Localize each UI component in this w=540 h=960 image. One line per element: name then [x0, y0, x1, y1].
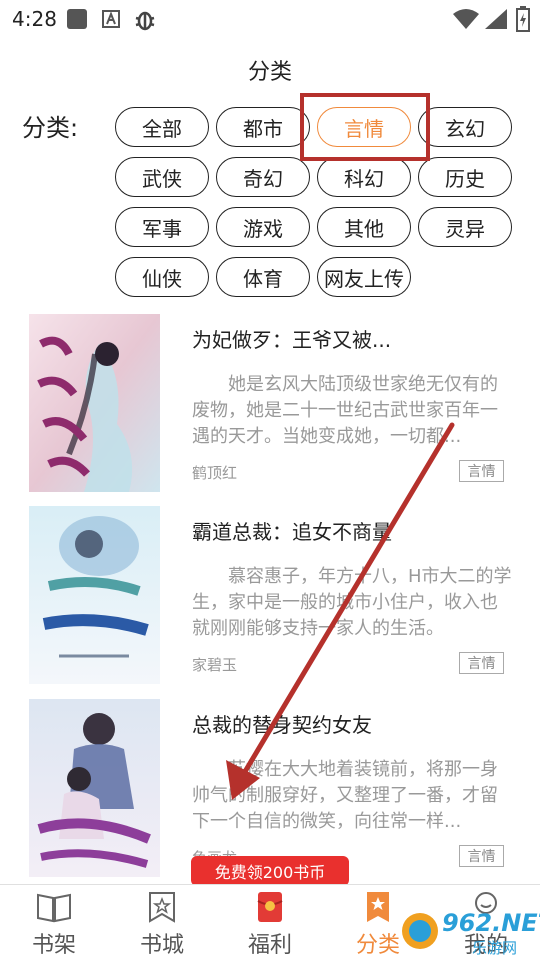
- book-author: 家碧玉: [192, 656, 238, 674]
- category-star-icon: [367, 892, 389, 922]
- battery-charging-icon: [516, 6, 530, 32]
- nav-bookshelf[interactable]: 书架: [0, 885, 108, 960]
- chip-user-upload[interactable]: 网友上传: [317, 257, 411, 297]
- status-bar: 4:28: [0, 0, 540, 40]
- bottom-nav: 书架 书城 福利 分类 我的: [0, 884, 540, 960]
- book-category-tag: 言情: [459, 652, 504, 674]
- book-item[interactable]: 总裁的替身契约女友 苏樱在大大地着装镜前，将那一身帅气的制服穿好，又整理了一番，…: [0, 699, 540, 879]
- a-box-icon: [102, 10, 120, 28]
- bug-icon: [135, 11, 155, 31]
- chip-magic[interactable]: 奇幻: [216, 157, 310, 197]
- nav-label: 书架: [31, 933, 76, 958]
- book-title: 为妃做歹：王爷又被...: [192, 328, 392, 352]
- nav-label: 我的: [463, 933, 508, 958]
- chip-other[interactable]: 其他: [317, 207, 411, 247]
- smiley-icon: [475, 892, 497, 914]
- chip-supernatural[interactable]: 灵异: [418, 207, 512, 247]
- chip-all[interactable]: 全部: [115, 107, 209, 147]
- book-cover-image: [29, 314, 160, 492]
- wifi-icon: [453, 9, 479, 29]
- nav-label: 书城: [139, 933, 184, 958]
- status-time: 4:28: [12, 7, 57, 31]
- book-category-tag: 言情: [459, 460, 504, 482]
- book-title: 霸道总裁：追女不商量: [192, 520, 392, 544]
- free-coins-promo-button[interactable]: 免费领200书币: [191, 856, 349, 886]
- book-cover-image: [29, 506, 160, 684]
- chip-history[interactable]: 历史: [418, 157, 512, 197]
- book-item[interactable]: 为妃做歹：王爷又被... 她是玄风大陆顶级世家绝无仅有的废物，她是二十一世纪古武…: [0, 314, 540, 494]
- red-envelope-icon: [257, 892, 283, 922]
- signal-icon: [485, 9, 507, 29]
- chip-sports[interactable]: 体育: [216, 257, 310, 297]
- book-description: 苏樱在大大地着装镜前，将那一身帅气的制服穿好，又整理了一番，才留下一个自信的微笑…: [192, 759, 498, 832]
- chip-game[interactable]: 游戏: [216, 207, 310, 247]
- nav-mine[interactable]: 我的: [432, 885, 540, 960]
- nav-bookstore[interactable]: 书城: [108, 885, 216, 960]
- nav-category[interactable]: 分类: [324, 885, 432, 960]
- book-cover-image: [29, 699, 160, 877]
- book-item[interactable]: 霸道总裁：追女不商量 慕容惠子，年方十八，H市大二的学生，家中是一般的城市小住户…: [0, 506, 540, 686]
- book-title: 总裁的替身契约女友: [192, 713, 372, 737]
- nav-welfare[interactable]: 福利: [216, 885, 324, 960]
- chip-scifi[interactable]: 科幻: [317, 157, 411, 197]
- book-author: 鹤顶红: [192, 464, 238, 482]
- chip-xianxia[interactable]: 仙侠: [115, 257, 209, 297]
- chip-romance[interactable]: 言情: [317, 107, 411, 147]
- chip-fantasy[interactable]: 玄幻: [418, 107, 512, 147]
- book-description: 慕容惠子，年方十八，H市大二的学生，家中是一般的城市小住户，收入也就刚刚能够支持…: [192, 566, 512, 639]
- page-title: 分类: [247, 60, 292, 85]
- nav-label: 分类: [355, 933, 400, 958]
- book-category-tag: 言情: [459, 845, 504, 867]
- chip-wuxia[interactable]: 武侠: [115, 157, 209, 197]
- filter-label: 分类:: [22, 114, 79, 142]
- open-book-icon: [37, 893, 71, 923]
- chip-urban[interactable]: 都市: [216, 107, 310, 147]
- nav-label: 福利: [247, 933, 292, 958]
- square-icon: [67, 9, 87, 29]
- chip-military[interactable]: 军事: [115, 207, 209, 247]
- book-description: 她是玄风大陆顶级世家绝无仅有的废物，她是二十一世纪古武世家百年一遇的天才。当她变…: [192, 374, 498, 447]
- bookmark-star-icon: [149, 892, 175, 923]
